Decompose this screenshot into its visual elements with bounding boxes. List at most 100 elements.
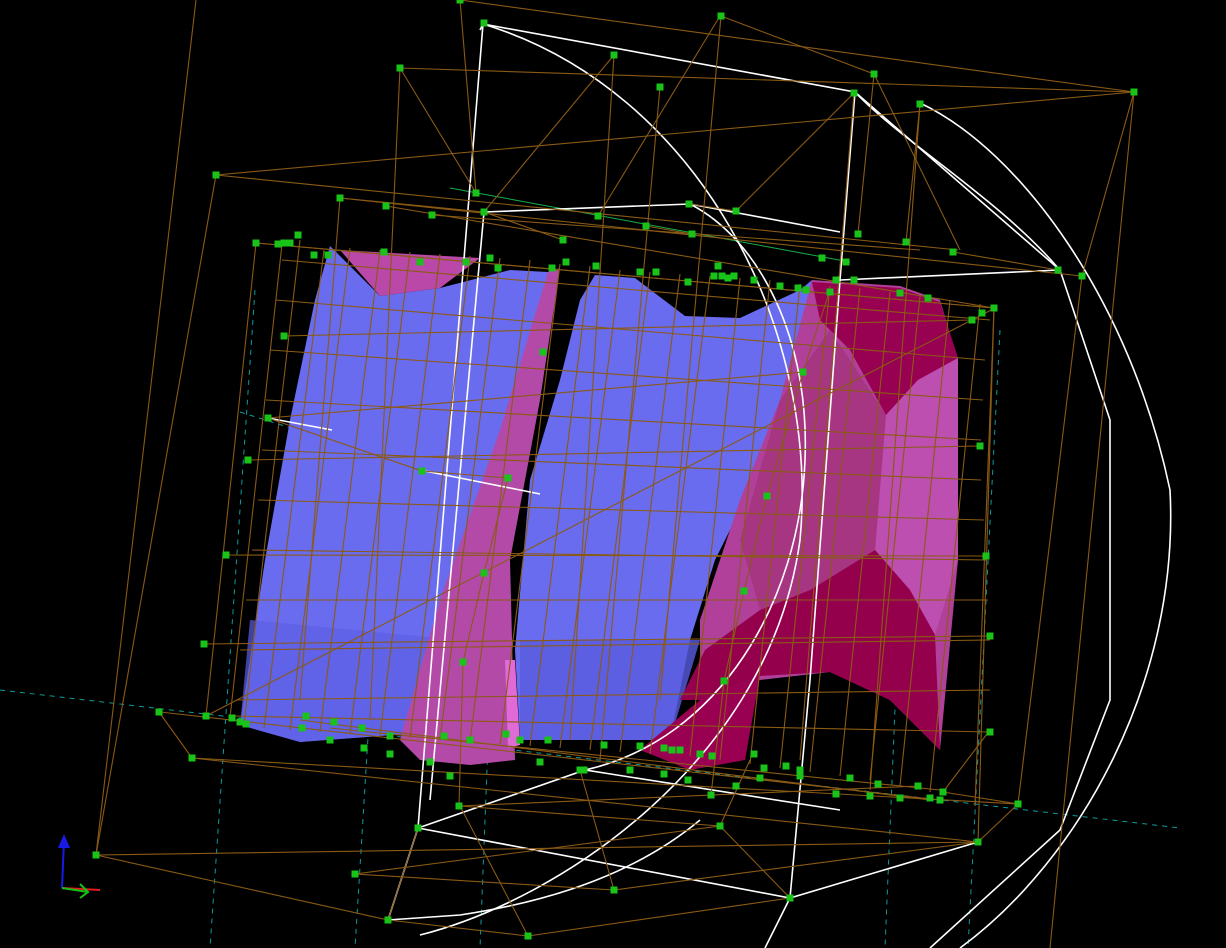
control-point-handle[interactable] xyxy=(818,254,826,262)
control-point-handle[interactable] xyxy=(462,258,470,266)
control-point-handle[interactable] xyxy=(716,822,724,830)
control-point-handle[interactable] xyxy=(660,770,668,778)
control-point-handle[interactable] xyxy=(799,368,807,376)
control-point-handle[interactable] xyxy=(750,750,758,758)
control-point-handle[interactable] xyxy=(826,288,834,296)
control-point-handle[interactable] xyxy=(324,251,332,259)
control-point-handle[interactable] xyxy=(732,207,740,215)
control-point-handle[interactable] xyxy=(763,492,771,500)
control-point-handle[interactable] xyxy=(274,240,282,248)
control-point-handle[interactable] xyxy=(710,272,718,280)
control-point-handle[interactable] xyxy=(854,230,862,238)
control-point-handle[interactable] xyxy=(559,236,567,244)
control-point-handle[interactable] xyxy=(480,208,488,216)
control-point-handle[interactable] xyxy=(974,838,982,846)
control-point-handle[interactable] xyxy=(294,231,302,239)
control-point-handle[interactable] xyxy=(386,750,394,758)
control-point-handle[interactable] xyxy=(384,916,392,924)
control-point-handle[interactable] xyxy=(866,792,874,800)
control-point-handle[interactable] xyxy=(440,732,448,740)
control-point-handle[interactable] xyxy=(382,202,390,210)
control-point-handle[interactable] xyxy=(380,248,388,256)
control-point-handle[interactable] xyxy=(978,309,986,317)
control-point-handle[interactable] xyxy=(494,264,502,272)
control-point-handle[interactable] xyxy=(760,764,768,772)
control-point-handle[interactable] xyxy=(610,886,618,894)
control-point-handle[interactable] xyxy=(708,752,716,760)
control-point-handle[interactable] xyxy=(850,276,858,284)
control-point-handle[interactable] xyxy=(896,289,904,297)
control-point-handle[interactable] xyxy=(750,276,758,284)
scene-canvas[interactable] xyxy=(0,0,1226,948)
control-point-handle[interactable] xyxy=(524,932,532,940)
control-point-handle[interactable] xyxy=(902,238,910,246)
control-point-handle[interactable] xyxy=(562,258,570,266)
control-point-handle[interactable] xyxy=(330,718,338,726)
control-point-handle[interactable] xyxy=(846,774,854,782)
control-point-handle[interactable] xyxy=(832,790,840,798)
control-point-handle[interactable] xyxy=(636,268,644,276)
control-point-handle[interactable] xyxy=(202,712,210,720)
control-point-handle[interactable] xyxy=(676,746,684,754)
control-point-handle[interactable] xyxy=(936,796,944,804)
control-point-handle[interactable] xyxy=(592,262,600,270)
control-point-handle[interactable] xyxy=(976,442,984,450)
control-point-handle[interactable] xyxy=(536,758,544,766)
control-point-handle[interactable] xyxy=(416,258,424,266)
control-point-handle[interactable] xyxy=(776,282,784,290)
control-point-handle[interactable] xyxy=(896,794,904,802)
control-point-handle[interactable] xyxy=(280,239,288,247)
control-point-handle[interactable] xyxy=(544,736,552,744)
control-point-handle[interactable] xyxy=(92,851,100,859)
control-point-handle[interactable] xyxy=(600,741,608,749)
control-point-handle[interactable] xyxy=(796,772,804,780)
control-point-handle[interactable] xyxy=(455,802,463,810)
control-point-handle[interactable] xyxy=(212,171,220,179)
control-point-handle[interactable] xyxy=(456,0,464,4)
control-point-handle[interactable] xyxy=(1014,800,1022,808)
control-point-handle[interactable] xyxy=(924,294,932,302)
control-point-handle[interactable] xyxy=(236,718,244,726)
control-point-handle[interactable] xyxy=(696,750,704,758)
control-point-handle[interactable] xyxy=(548,264,556,272)
control-point-handle[interactable] xyxy=(426,758,434,766)
control-point-handle[interactable] xyxy=(986,632,994,640)
control-point-handle[interactable] xyxy=(594,212,602,220)
control-point-handle[interactable] xyxy=(459,658,467,666)
control-point-handle[interactable] xyxy=(386,732,394,740)
control-point-handle[interactable] xyxy=(516,736,524,744)
control-point-handle[interactable] xyxy=(626,766,634,774)
control-point-handle[interactable] xyxy=(802,286,810,294)
control-point-handle[interactable] xyxy=(504,474,512,482)
control-point-handle[interactable] xyxy=(786,894,794,902)
control-point-handle[interactable] xyxy=(336,194,344,202)
control-point-handle[interactable] xyxy=(642,222,650,230)
control-point-handle[interactable] xyxy=(685,200,693,208)
control-point-handle[interactable] xyxy=(874,780,882,788)
control-point-handle[interactable] xyxy=(796,766,804,774)
control-point-handle[interactable] xyxy=(939,788,947,796)
control-point-handle[interactable] xyxy=(990,304,998,312)
control-point-handle[interactable] xyxy=(418,467,426,475)
control-point-handle[interactable] xyxy=(850,89,858,97)
control-point-handle[interactable] xyxy=(986,728,994,736)
control-point-handle[interactable] xyxy=(414,824,422,832)
control-point-handle[interactable] xyxy=(926,794,934,802)
control-point-handle[interactable] xyxy=(310,251,318,259)
control-point-handle[interactable] xyxy=(466,736,474,744)
control-point-handle[interactable] xyxy=(502,730,510,738)
control-point-handle[interactable] xyxy=(360,744,368,752)
control-point-handle[interactable] xyxy=(714,262,722,270)
control-point-handle[interactable] xyxy=(446,772,454,780)
control-point-handle[interactable] xyxy=(351,870,359,878)
control-point-handle[interactable] xyxy=(660,744,668,752)
control-point-handle[interactable] xyxy=(656,83,664,91)
control-point-handle[interactable] xyxy=(188,754,196,762)
control-point-handle[interactable] xyxy=(222,551,230,559)
control-point-handle[interactable] xyxy=(968,316,976,324)
control-point-handle[interactable] xyxy=(252,239,260,247)
control-point-handle[interactable] xyxy=(244,456,252,464)
control-point-handle[interactable] xyxy=(155,708,163,716)
control-point-handle[interactable] xyxy=(668,746,676,754)
control-point-handle[interactable] xyxy=(982,552,990,560)
